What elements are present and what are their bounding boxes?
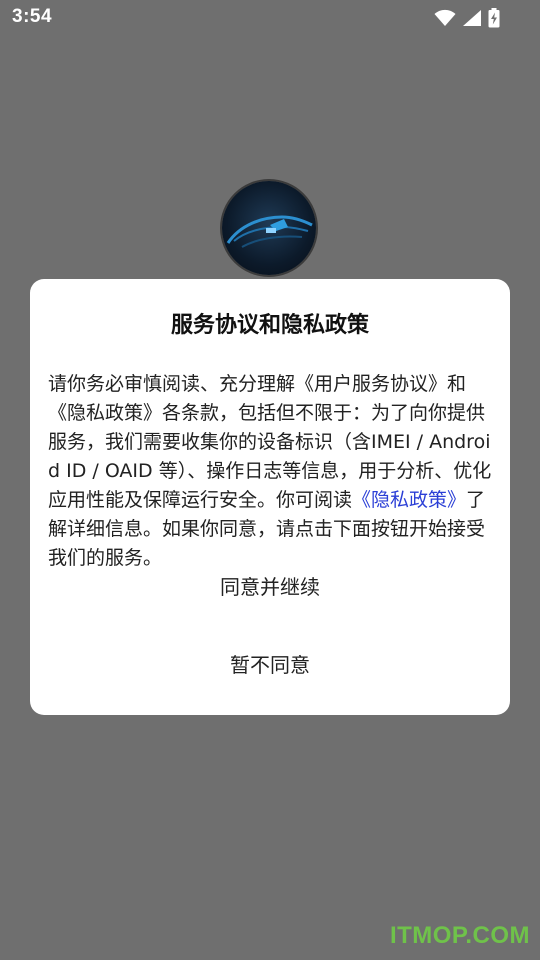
wifi-icon [434, 9, 456, 26]
watermark-text: ITMOP.COM [389, 922, 530, 949]
dialog-body: 请你务必审慎阅读、充分理解《用户服务协议》和《隐私政策》各条款，包括但不限于：为… [48, 370, 494, 573]
privacy-dialog: 服务协议和隐私政策 请你务必审慎阅读、充分理解《用户服务协议》和《隐私政策》各条… [30, 279, 510, 715]
dialog-title: 服务协议和隐私政策 [170, 313, 369, 338]
app-logo [222, 181, 316, 275]
status-time: 3:54 [12, 6, 53, 27]
signal-icon [463, 10, 481, 26]
status-bar: 3:54 [0, 0, 540, 36]
privacy-policy-link[interactable]: 《隐私政策》 [352, 489, 466, 511]
decline-button[interactable]: 暂不同意 [30, 651, 510, 679]
agree-continue-button[interactable]: 同意并继续 [30, 573, 510, 601]
car-logo-icon [226, 215, 313, 248]
status-icons [434, 7, 500, 29]
battery-charging-icon [488, 8, 500, 28]
